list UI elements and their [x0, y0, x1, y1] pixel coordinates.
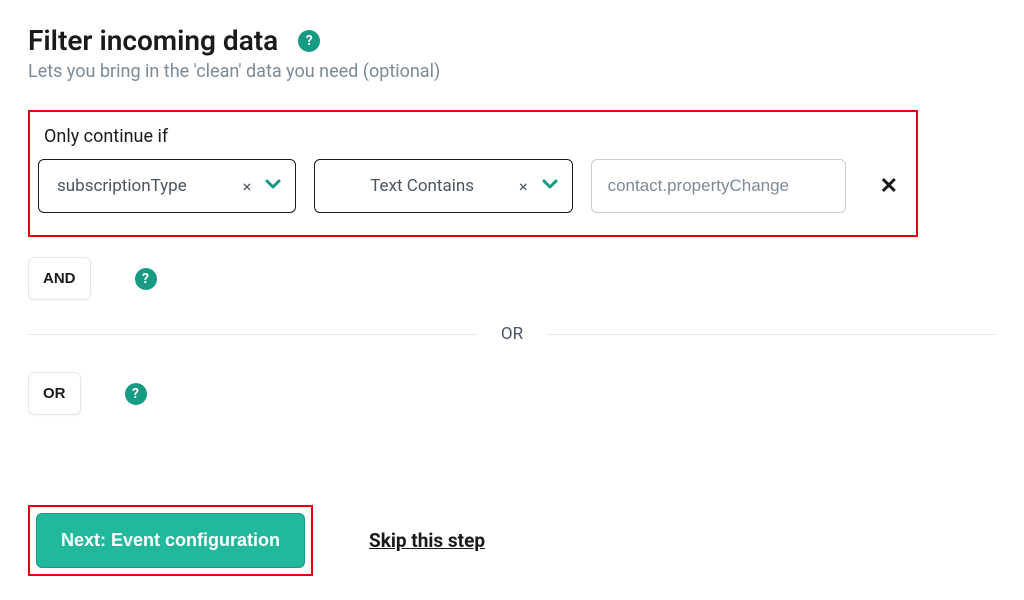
next-button[interactable]: Next: Event configuration — [36, 513, 305, 568]
page-subtitle: Lets you bring in the 'clean' data you n… — [28, 61, 996, 82]
field-select-value: subscriptionType — [57, 176, 235, 196]
chevron-down-icon[interactable] — [536, 178, 558, 194]
footer: Next: Event configuration Skip this step — [28, 505, 996, 576]
or-button[interactable]: OR — [28, 372, 81, 415]
filter-row: subscriptionType × Text Contains × ✕ — [38, 159, 908, 213]
filter-label: Only continue if — [38, 126, 908, 147]
next-button-highlight: Next: Event configuration — [28, 505, 313, 576]
or-divider-label: OR — [477, 324, 547, 344]
help-icon[interactable]: ? — [135, 268, 157, 290]
help-icon[interactable]: ? — [298, 30, 320, 52]
operator-select-value: Text Contains — [333, 176, 511, 196]
or-divider: OR — [28, 324, 996, 344]
help-icon[interactable]: ? — [125, 383, 147, 405]
field-select[interactable]: subscriptionType × — [38, 159, 296, 213]
chevron-down-icon[interactable] — [259, 178, 281, 194]
operator-select[interactable]: Text Contains × — [314, 159, 572, 213]
value-input[interactable] — [591, 159, 846, 213]
and-row: AND ? — [28, 257, 996, 300]
filter-condition-box: Only continue if subscriptionType × Text… — [28, 110, 918, 237]
clear-icon[interactable]: × — [511, 177, 536, 196]
remove-condition-icon[interactable]: ✕ — [870, 174, 908, 199]
or-row: OR ? — [28, 372, 996, 415]
and-button[interactable]: AND — [28, 257, 91, 300]
clear-icon[interactable]: × — [235, 177, 260, 196]
skip-link[interactable]: Skip this step — [369, 529, 485, 552]
page-title: Filter incoming data — [28, 24, 278, 57]
